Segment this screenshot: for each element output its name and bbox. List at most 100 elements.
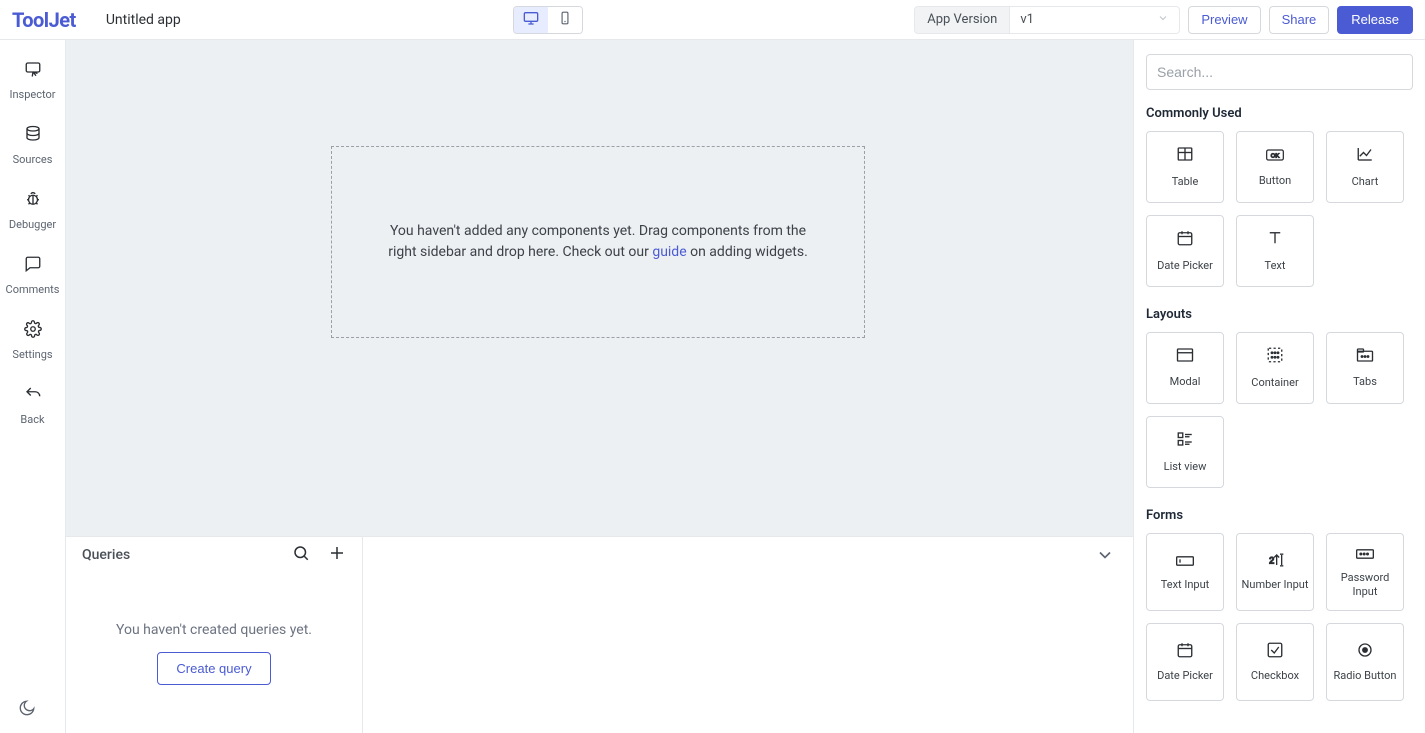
component-label: Radio Button bbox=[1334, 669, 1397, 682]
theme-toggle[interactable] bbox=[18, 699, 36, 721]
list-view-icon bbox=[1176, 430, 1194, 452]
back-arrow-icon bbox=[24, 385, 42, 407]
share-button[interactable]: Share bbox=[1269, 6, 1330, 34]
version-select[interactable]: v1 bbox=[1010, 6, 1180, 34]
mobile-icon bbox=[558, 10, 572, 29]
component-label: Password Input bbox=[1327, 571, 1403, 597]
component-button[interactable]: OK Button bbox=[1236, 131, 1314, 203]
header-right: App Version v1 Preview Share Release bbox=[914, 6, 1413, 34]
component-label: Text bbox=[1265, 259, 1286, 272]
sidebar-item-comments[interactable]: Comments bbox=[1, 243, 65, 308]
component-label: Text Input bbox=[1161, 578, 1210, 591]
radio-icon bbox=[1356, 641, 1374, 663]
component-number-input[interactable]: 2 Number Input bbox=[1236, 533, 1314, 611]
device-toggle-group bbox=[513, 6, 583, 34]
comment-icon bbox=[24, 255, 42, 277]
sidebar-item-sources[interactable]: Sources bbox=[1, 113, 65, 178]
component-label: Table bbox=[1172, 175, 1199, 188]
canvas-empty-placeholder: You haven't added any components yet. Dr… bbox=[331, 146, 865, 338]
component-table[interactable]: Table bbox=[1146, 131, 1224, 203]
queries-panel: Queries You haven't created queries yet.… bbox=[66, 536, 1133, 733]
calendar-icon bbox=[1176, 229, 1194, 251]
component-label: Button bbox=[1259, 174, 1291, 187]
sidebar-item-debugger[interactable]: Debugger bbox=[1, 178, 65, 243]
component-form-date-picker[interactable]: Date Picker bbox=[1146, 623, 1224, 701]
sidebar-item-back[interactable]: Back bbox=[1, 373, 65, 438]
component-label: List view bbox=[1164, 460, 1207, 473]
sidebar-label: Debugger bbox=[1, 218, 65, 231]
sidebar-item-settings[interactable]: Settings bbox=[1, 308, 65, 373]
search-icon[interactable] bbox=[292, 544, 310, 566]
table-icon bbox=[1176, 145, 1194, 167]
svg-text:2: 2 bbox=[1269, 556, 1274, 566]
version-group: App Version v1 bbox=[914, 6, 1180, 34]
queries-title: Queries bbox=[82, 547, 130, 563]
queries-header: Queries bbox=[66, 537, 362, 573]
component-label: Chart bbox=[1352, 175, 1379, 188]
sidebar-label: Sources bbox=[1, 153, 65, 166]
text-icon bbox=[1266, 229, 1284, 251]
component-label: Number Input bbox=[1242, 578, 1309, 591]
component-chart[interactable]: Chart bbox=[1326, 131, 1404, 203]
release-button[interactable]: Release bbox=[1337, 6, 1413, 34]
create-query-button[interactable]: Create query bbox=[157, 652, 270, 685]
logo[interactable]: ToolJet bbox=[12, 8, 76, 32]
sidebar-label: Settings bbox=[1, 348, 65, 361]
canvas-area[interactable]: You haven't added any components yet. Dr… bbox=[66, 40, 1133, 536]
number-input-icon: 2 bbox=[1265, 552, 1285, 572]
component-radio-button[interactable]: Radio Button bbox=[1326, 623, 1404, 701]
chevron-down-icon bbox=[1157, 12, 1169, 28]
component-tabs[interactable]: Tabs bbox=[1326, 332, 1404, 404]
component-list-view[interactable]: List view bbox=[1146, 416, 1224, 488]
collapse-queries-button[interactable] bbox=[1095, 545, 1115, 569]
modal-icon bbox=[1176, 347, 1194, 367]
gear-icon bbox=[24, 320, 42, 342]
search-input[interactable] bbox=[1146, 54, 1413, 90]
sidebar-item-inspector[interactable]: Inspector bbox=[1, 48, 65, 113]
moon-icon bbox=[18, 702, 36, 721]
container-icon bbox=[1266, 346, 1284, 368]
desktop-icon bbox=[523, 10, 539, 30]
guide-link[interactable]: guide bbox=[652, 244, 686, 260]
component-password-input[interactable]: Password Input bbox=[1326, 533, 1404, 611]
preview-button[interactable]: Preview bbox=[1188, 6, 1260, 34]
component-label: Container bbox=[1251, 376, 1298, 389]
app-title[interactable]: Untitled app bbox=[106, 12, 181, 28]
component-text[interactable]: Text bbox=[1236, 215, 1314, 287]
queries-sidebar: Queries You haven't created queries yet.… bbox=[66, 537, 363, 733]
bug-icon bbox=[24, 190, 42, 212]
version-value: v1 bbox=[1020, 12, 1034, 27]
database-icon bbox=[24, 125, 42, 147]
text-input-icon bbox=[1175, 553, 1195, 572]
component-label: Date Picker bbox=[1157, 669, 1213, 682]
component-date-picker[interactable]: Date Picker bbox=[1146, 215, 1224, 287]
tabs-icon bbox=[1356, 347, 1374, 367]
sidebar-label: Comments bbox=[1, 283, 65, 296]
svg-text:OK: OK bbox=[1271, 153, 1280, 159]
component-text-input[interactable]: Text Input bbox=[1146, 533, 1224, 611]
password-input-icon bbox=[1355, 546, 1375, 565]
section-heading-commonly-used: Commonly Used bbox=[1146, 106, 1413, 121]
version-label: App Version bbox=[914, 6, 1010, 34]
component-checkbox[interactable]: Checkbox bbox=[1236, 623, 1314, 701]
desktop-toggle-button[interactable] bbox=[514, 7, 548, 33]
component-label: Checkbox bbox=[1251, 669, 1299, 682]
component-container[interactable]: Container bbox=[1236, 332, 1314, 404]
sidebar-label: Back bbox=[1, 413, 65, 426]
section-heading-layouts: Layouts bbox=[1146, 307, 1413, 322]
component-label: Modal bbox=[1170, 375, 1201, 388]
inspector-icon bbox=[24, 60, 42, 82]
calendar-icon bbox=[1176, 641, 1194, 663]
plus-icon[interactable] bbox=[328, 544, 346, 566]
component-label: Date Picker bbox=[1157, 259, 1213, 272]
section-heading-forms: Forms bbox=[1146, 508, 1413, 523]
mobile-toggle-button[interactable] bbox=[548, 7, 582, 33]
queries-empty-state: You haven't created queries yet. Create … bbox=[66, 573, 362, 733]
header-left: ToolJet Untitled app bbox=[12, 8, 181, 32]
button-icon: OK bbox=[1265, 147, 1285, 166]
chart-icon bbox=[1356, 145, 1374, 167]
queries-editor bbox=[363, 537, 1133, 733]
component-modal[interactable]: Modal bbox=[1146, 332, 1224, 404]
sidebar-label: Inspector bbox=[1, 88, 65, 101]
left-sidebar: Inspector Sources Debugger Comments Sett… bbox=[0, 40, 66, 733]
